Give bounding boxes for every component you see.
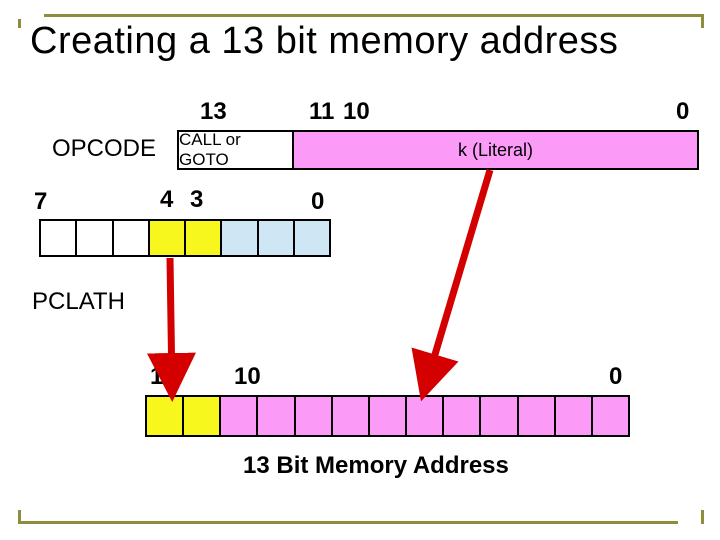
addr-bit-literal: [258, 397, 295, 435]
addr-bit-page: [147, 397, 184, 435]
instr-bitnum-hi: 13: [200, 98, 227, 126]
instr-bitnum-split-lo: 10: [343, 98, 370, 126]
result-caption: 13 Bit Memory Address: [243, 452, 509, 480]
pclath-bit: [295, 221, 329, 255]
addr-bit-page: [184, 397, 221, 435]
addr-bitnum-0: 0: [609, 363, 622, 391]
addr-bit-literal: [519, 397, 556, 435]
memory-address: [145, 395, 630, 437]
pclath-register: [39, 219, 331, 257]
pclath-bitnum-7: 7: [34, 188, 47, 216]
addr-bit-literal: [444, 397, 481, 435]
opcode-label: OPCODE: [52, 135, 156, 163]
addr-bit-literal: [221, 397, 258, 435]
addr-bit-literal: [407, 397, 444, 435]
addr-bit-literal: [296, 397, 333, 435]
instr-bitnum-lo: 0: [676, 98, 689, 126]
pclath-bitnum-0: 0: [311, 188, 324, 216]
instr-bitnum-split-hi: 11: [309, 98, 334, 126]
instruction-word: CALL or GOTO k (Literal): [177, 130, 699, 170]
pclath-bit: [259, 221, 295, 255]
addr-bit-literal: [333, 397, 370, 435]
pclath-bit: [114, 221, 150, 255]
pclath-bitnum-3: 3: [190, 186, 203, 214]
pclath-bit-page: [186, 221, 222, 255]
addr-bit-literal: [370, 397, 407, 435]
pclath-bitnum-4: 4: [160, 186, 173, 214]
instr-opcode-field: CALL or GOTO: [179, 132, 294, 168]
pclath-bit-page: [150, 221, 186, 255]
pclath-label: PCLATH: [32, 288, 125, 316]
addr-bitnum-12: 12: [150, 363, 177, 391]
addr-bit-literal: [481, 397, 518, 435]
addr-bit-literal: [593, 397, 628, 435]
page-title: Creating a 13 bit memory address: [30, 20, 618, 63]
pclath-bit: [41, 221, 77, 255]
addr-bitnum-10: 10: [234, 363, 261, 391]
pclath-bit: [222, 221, 258, 255]
instr-literal-field: k (Literal): [294, 132, 697, 168]
addr-bit-literal: [556, 397, 593, 435]
pclath-bit: [77, 221, 113, 255]
